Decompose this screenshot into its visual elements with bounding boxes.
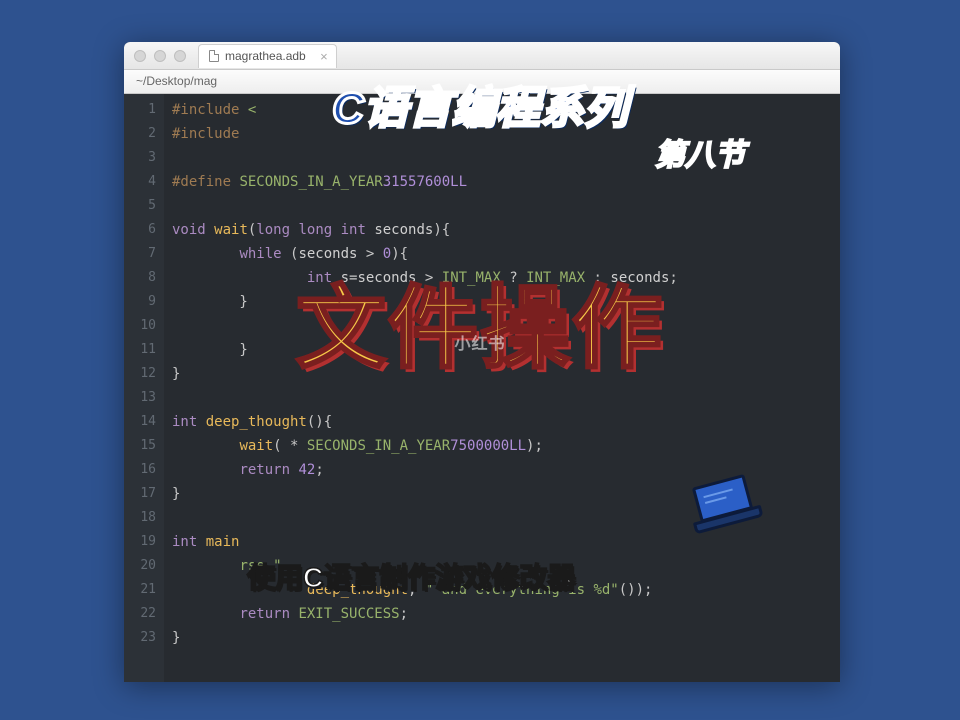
minimize-dot[interactable]	[154, 50, 166, 62]
episode-overlay: 第八节	[655, 130, 745, 174]
window-controls	[134, 50, 186, 62]
maximize-dot[interactable]	[174, 50, 186, 62]
browser-tab[interactable]: magrathea.adb ×	[198, 44, 337, 68]
tab-title: magrathea.adb	[225, 49, 306, 63]
watermark-text: 小红书	[454, 330, 505, 354]
main-title-overlay: 文件操作	[296, 255, 664, 385]
path-text: ~/Desktop/mag	[136, 74, 217, 88]
line-gutter: 1234567891011121314151617181920212223	[124, 94, 164, 682]
file-icon	[209, 50, 219, 62]
subtitle-overlay: 使用C语言制作游戏修改器	[247, 556, 575, 596]
series-title-overlay: C语言编程系列	[332, 72, 628, 136]
close-dot[interactable]	[134, 50, 146, 62]
window-titlebar: magrathea.adb ×	[124, 42, 840, 70]
close-icon[interactable]: ×	[320, 49, 328, 64]
